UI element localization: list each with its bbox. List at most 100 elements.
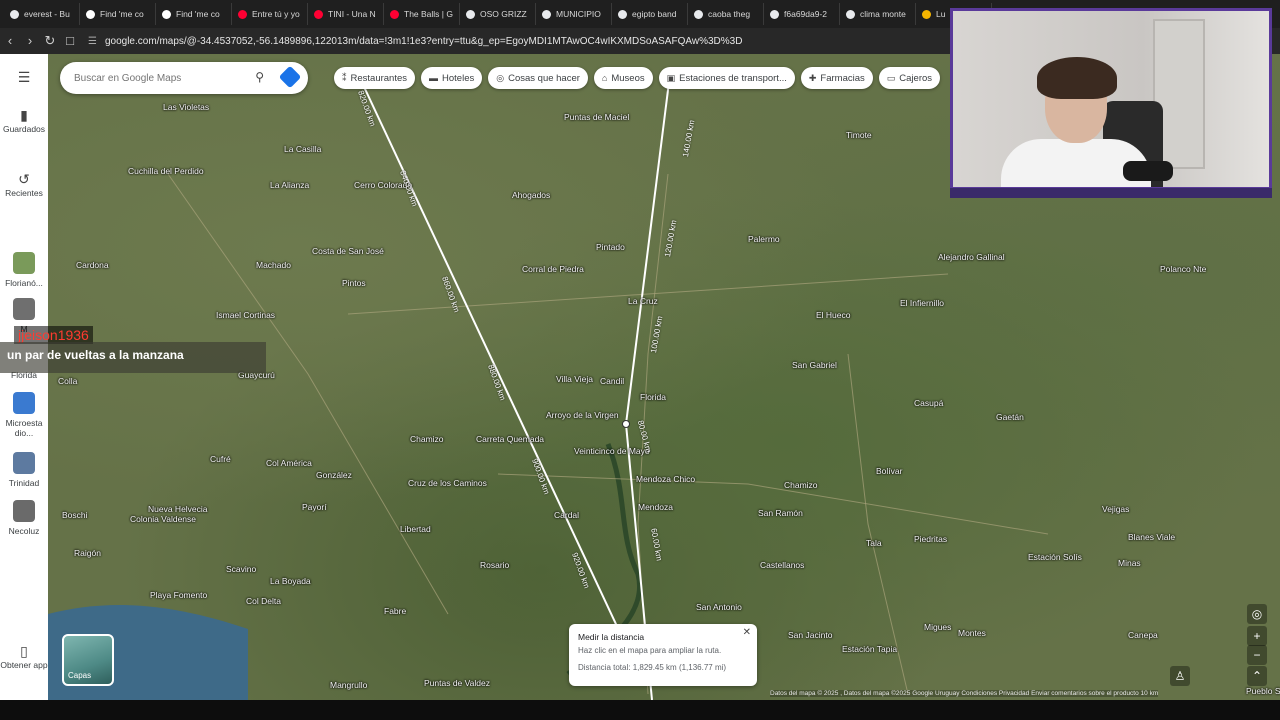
place-label[interactable]: Costa de San José xyxy=(312,246,384,256)
menu-button[interactable]: ☰ xyxy=(0,70,48,86)
place-label[interactable]: Col América xyxy=(266,458,312,468)
place-label[interactable]: Montes xyxy=(958,628,986,638)
forward-icon[interactable]: › xyxy=(20,28,40,54)
browser-tab[interactable]: egipto band xyxy=(612,3,688,25)
place-label[interactable]: Piedritas xyxy=(914,534,947,544)
place-label[interactable]: Mendoza xyxy=(638,502,673,512)
place-label[interactable]: Bolívar xyxy=(876,466,902,476)
place-label[interactable]: San Ramón xyxy=(758,508,803,518)
saved-button[interactable]: ▮ Guardados xyxy=(0,108,48,134)
chip-cosas[interactable]: ◎ Cosas que hacer xyxy=(488,67,588,89)
place-label[interactable]: Mendoza Chico xyxy=(636,474,695,484)
browser-tab[interactable]: caoba theg xyxy=(688,3,764,25)
browser-tab[interactable]: Entre tú y yo xyxy=(232,3,308,25)
place-label[interactable]: Polanco Nte xyxy=(1160,264,1206,274)
browser-tab[interactable]: OSO GRIZZ xyxy=(460,3,536,25)
place-label[interactable]: El Hueco xyxy=(816,310,851,320)
place-label[interactable]: Arroyo de la Virgen xyxy=(546,410,619,420)
place-label[interactable]: Pintado xyxy=(596,242,625,252)
chip-cajeros[interactable]: ▭ Cajeros xyxy=(878,67,941,89)
place-label[interactable]: San Antonio xyxy=(696,602,742,612)
place-label[interactable]: Puntas de Maciel xyxy=(564,112,629,122)
browser-tab[interactable]: f6a69da9-2 xyxy=(764,3,840,25)
place-label[interactable]: Libertad xyxy=(400,524,431,534)
place-label[interactable]: Palermo xyxy=(748,234,780,244)
place-label[interactable]: Canepa xyxy=(1128,630,1158,640)
place-label[interactable]: Rosario xyxy=(480,560,509,570)
place-label[interactable]: Ahogados xyxy=(512,190,550,200)
search-box[interactable]: ⚲ xyxy=(60,62,308,94)
place-label[interactable]: Pintos xyxy=(342,278,366,288)
chip-restaurantes[interactable]: ⁑ Restaurantes xyxy=(334,67,416,89)
place-label[interactable]: San Gabriel xyxy=(792,360,837,370)
place-label[interactable]: Tala xyxy=(866,538,882,548)
chip-estaciones[interactable]: ▣ Estaciones de transport... xyxy=(658,67,795,89)
place-label[interactable]: Ismael Cortinas xyxy=(216,310,275,320)
place-label[interactable]: Fabre xyxy=(384,606,406,616)
recent-place-item[interactable]: Necoluz xyxy=(0,500,48,536)
browser-tab[interactable]: MUNICIPIO xyxy=(536,3,612,25)
url-field[interactable]: ☰ google.com/maps/@-34.4537052,-56.14898… xyxy=(88,36,742,47)
place-label[interactable]: Castellanos xyxy=(760,560,804,570)
browser-tab[interactable]: TINI - Una N xyxy=(308,3,384,25)
layers-button[interactable]: Capas xyxy=(62,634,114,686)
zoom-in-button[interactable]: + xyxy=(1247,626,1267,646)
place-label[interactable]: Corral de Piedra xyxy=(522,264,584,274)
recent-place-item[interactable]: Microesta dio... xyxy=(0,392,48,438)
search-input[interactable] xyxy=(74,72,244,84)
place-label[interactable]: Cruz de los Caminos xyxy=(408,478,487,488)
place-label[interactable]: La Cruz xyxy=(628,296,658,306)
search-icon[interactable]: ⚲ xyxy=(255,70,264,84)
place-label[interactable]: Florida xyxy=(640,392,666,402)
place-label[interactable]: Colla xyxy=(58,376,77,386)
place-label[interactable]: Col Delta xyxy=(246,596,281,606)
place-label[interactable]: Puntas de Valdez xyxy=(424,678,490,688)
place-label[interactable]: Timote xyxy=(846,130,872,140)
chip-museos[interactable]: ⌂ Museos xyxy=(593,67,653,89)
place-label[interactable]: Chamizo xyxy=(410,434,444,444)
place-label[interactable]: La Alianza xyxy=(270,180,309,190)
place-label[interactable]: Villa Vieja xyxy=(556,374,593,384)
pegman-icon[interactable]: ♙ xyxy=(1170,666,1190,686)
place-label[interactable]: Cufré xyxy=(210,454,231,464)
place-label[interactable]: Migues xyxy=(924,622,951,632)
bookmark-icon[interactable]: □ xyxy=(60,28,80,54)
close-icon[interactable]: ✕ xyxy=(743,627,751,638)
place-label[interactable]: Cardal xyxy=(554,510,579,520)
place-label[interactable]: Candil xyxy=(600,376,624,386)
place-label[interactable]: Cardona xyxy=(76,260,109,270)
place-label[interactable]: Blanes Viale xyxy=(1128,532,1175,542)
place-label[interactable]: Playa Fomento xyxy=(150,590,207,600)
place-label[interactable]: Estación Tapia xyxy=(842,644,897,654)
place-label[interactable]: Las Violetas xyxy=(163,102,209,112)
chip-hoteles[interactable]: ▬ Hoteles xyxy=(421,67,483,89)
place-label[interactable]: Estación Solís xyxy=(1028,552,1082,562)
chip-farmacias[interactable]: ✚ Farmacias xyxy=(800,67,873,89)
place-label[interactable]: Payorí xyxy=(302,502,327,512)
place-label[interactable]: Pueblo Solís xyxy=(1246,686,1280,696)
place-label[interactable]: Alejandro Gallinal xyxy=(938,252,1005,262)
zoom-out-button[interactable]: − xyxy=(1247,645,1267,665)
back-icon[interactable]: ‹ xyxy=(0,28,20,54)
browser-tab[interactable]: clima monte xyxy=(840,3,916,25)
place-label[interactable]: Nueva Helvecia xyxy=(148,504,208,514)
site-info-icon[interactable]: ☰ xyxy=(88,36,97,47)
place-label[interactable]: Vejigas xyxy=(1102,504,1129,514)
place-label[interactable]: El Infiernillo xyxy=(900,298,944,308)
place-label[interactable]: Colonia Valdense xyxy=(130,514,196,524)
place-label[interactable]: La Casilla xyxy=(284,144,321,154)
expand-icon[interactable]: ⌃ xyxy=(1247,666,1267,686)
place-label[interactable]: Boschi xyxy=(62,510,88,520)
place-label[interactable]: Carreta Quemada xyxy=(476,434,544,444)
browser-tab[interactable]: everest - Bu xyxy=(4,3,80,25)
get-app-button[interactable]: ▯ Obtener app xyxy=(0,644,48,670)
place-label[interactable]: Mangrullo xyxy=(330,680,367,690)
browser-tab[interactable]: Find 'me co xyxy=(156,3,232,25)
my-location-icon[interactable]: ◎ xyxy=(1247,604,1267,624)
place-label[interactable]: Scavino xyxy=(226,564,256,574)
place-label[interactable]: Chamizo xyxy=(784,480,818,490)
place-label[interactable]: La Boyada xyxy=(270,576,311,586)
place-label[interactable]: Casupá xyxy=(914,398,943,408)
place-label[interactable]: Raigón xyxy=(74,548,101,558)
recent-button[interactable]: ↺ Recientes xyxy=(0,172,48,198)
